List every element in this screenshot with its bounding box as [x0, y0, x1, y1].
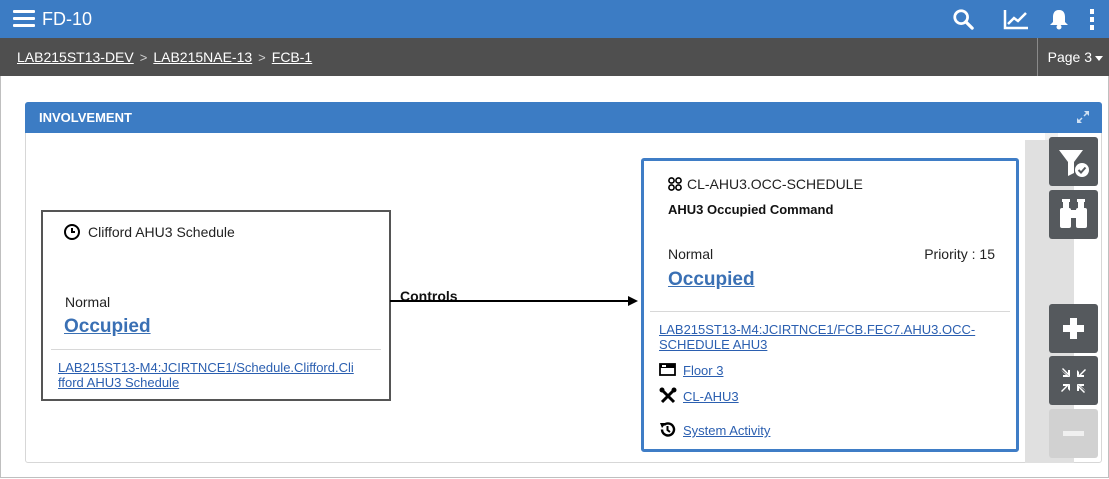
filter-button[interactable]: [1049, 137, 1098, 186]
target-reference-line-1: LAB215ST13-M4:JCIRTNCE1/FCB.FEC7.AHU3.OC…: [659, 322, 976, 337]
target-description: AHU3 Occupied Command: [668, 202, 834, 217]
clock-icon: [64, 224, 80, 240]
involvement-panel: INVOLVEMENT Clifford AHU3 Schedule Norma…: [25, 102, 1102, 463]
chevron-right-icon: >: [139, 50, 148, 65]
app-title: FD-10: [42, 9, 93, 29]
filter-check-icon: [1059, 150, 1089, 177]
minus-icon: [1063, 431, 1084, 436]
find-button[interactable]: [1049, 190, 1098, 239]
plus-icon: [1063, 318, 1084, 339]
floor-space-icon: [659, 363, 676, 376]
source-reference-line-2: fford AHU3 Schedule: [58, 375, 180, 390]
expand-icon[interactable]: [1076, 110, 1090, 124]
target-priority: Priority : 15: [924, 246, 995, 262]
page-selector[interactable]: Page 3: [1036, 38, 1109, 76]
target-value-link[interactable]: Occupied: [668, 269, 755, 291]
search-icon[interactable]: [951, 8, 975, 30]
equipment-tools-icon: [659, 387, 677, 404]
more-vertical-icon[interactable]: [1088, 8, 1096, 30]
arrow-right-icon: [390, 296, 638, 306]
source-name: Clifford AHU3 Schedule: [88, 224, 235, 240]
target-object-card[interactable]: CL-AHU3.OCC-SCHEDULE AHU3 Occupied Comma…: [641, 158, 1019, 452]
top-bar: FD-10: [0, 0, 1109, 38]
page-selector-label: Page 3: [1047, 49, 1092, 65]
panel-header: INVOLVEMENT: [25, 102, 1102, 133]
breadcrumb-item-site[interactable]: LAB215ST13-DEV: [17, 49, 134, 65]
caret-down-icon: [1095, 55, 1103, 61]
zoom-in-button[interactable]: [1049, 304, 1098, 353]
source-value-link[interactable]: Occupied: [64, 316, 151, 338]
target-reference-link[interactable]: LAB215ST13-M4:JCIRTNCE1/FCB.FEC7.AHU3.OC…: [659, 322, 975, 352]
target-name-row: CL-AHU3.OCC-SCHEDULE: [668, 176, 863, 192]
floor-link[interactable]: Floor 3: [683, 363, 723, 378]
target-reference-line-2: SCHEDULE AHU3: [659, 337, 768, 352]
bell-icon[interactable]: [1049, 8, 1069, 30]
breadcrumb-item-nae[interactable]: LAB215NAE-13: [153, 49, 252, 65]
source-object-card[interactable]: Clifford AHU3 Schedule Normal Occupied L…: [41, 210, 391, 401]
breadcrumb-item-fcb[interactable]: FCB-1: [272, 49, 312, 65]
source-reference-link[interactable]: LAB215ST13-M4:JCIRTNCE1/Schedule.Cliffor…: [58, 360, 354, 390]
history-icon: [660, 422, 676, 437]
panel-title: INVOLVEMENT: [39, 110, 132, 125]
divider: [650, 311, 1010, 312]
zoom-out-button[interactable]: [1049, 409, 1098, 458]
source-name-row: Clifford AHU3 Schedule: [64, 224, 235, 240]
equipment-link[interactable]: CL-AHU3: [683, 389, 739, 404]
divider: [51, 349, 381, 350]
menu-icon[interactable]: [13, 10, 35, 28]
breadcrumb: LAB215ST13-DEV > LAB215NAE-13 > FCB-1: [17, 49, 312, 65]
system-activity-link[interactable]: System Activity: [683, 423, 770, 438]
fit-to-screen-button[interactable]: [1049, 356, 1098, 405]
target-status: Normal: [668, 246, 714, 262]
chevron-right-icon: >: [258, 50, 266, 65]
collapse-icon: [1061, 368, 1086, 393]
source-status: Normal: [65, 294, 111, 310]
source-reference-line-1: LAB215ST13-M4:JCIRTNCE1/Schedule.Cliffor…: [58, 360, 354, 375]
target-name: CL-AHU3.OCC-SCHEDULE: [687, 176, 863, 192]
breadcrumb-bar: LAB215ST13-DEV > LAB215NAE-13 > FCB-1 Page 3: [0, 38, 1109, 76]
binoculars-icon: [1060, 199, 1087, 228]
trend-chart-icon[interactable]: [1003, 8, 1029, 30]
point-group-icon: [668, 177, 682, 191]
